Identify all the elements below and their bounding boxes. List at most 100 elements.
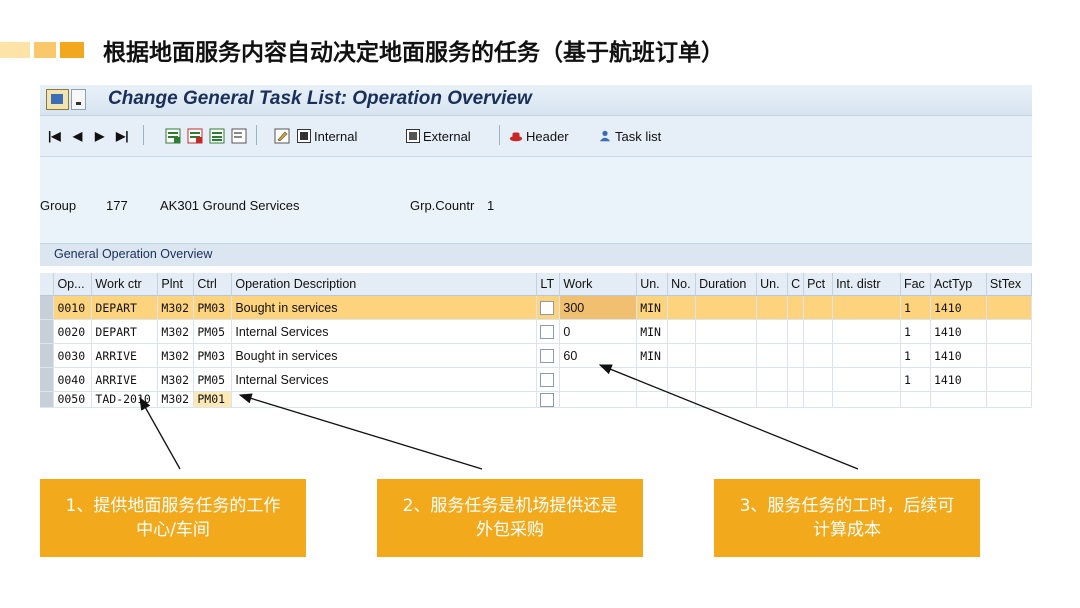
plant-cell[interactable]: M302 bbox=[157, 343, 195, 368]
activity-type-cell[interactable]: 1410 bbox=[930, 343, 987, 368]
column-header[interactable]: C bbox=[787, 273, 805, 296]
op-cell[interactable]: 0050 bbox=[53, 391, 93, 408]
lt-cell[interactable] bbox=[536, 343, 561, 368]
lt-cell[interactable] bbox=[536, 367, 561, 392]
duration-cell[interactable] bbox=[695, 295, 758, 320]
last-page-icon[interactable]: ▶| bbox=[116, 126, 129, 146]
pct-cell[interactable] bbox=[803, 343, 834, 368]
work-center-cell[interactable]: TAD-2010 bbox=[91, 391, 159, 408]
row-selector[interactable] bbox=[40, 367, 55, 392]
description-cell[interactable]: Internal Services bbox=[231, 367, 538, 392]
column-header[interactable]: LT bbox=[536, 273, 561, 296]
work-cell[interactable]: 300 bbox=[559, 295, 638, 320]
control-key-cell[interactable]: PM03 bbox=[193, 343, 233, 368]
control-key-cell[interactable]: PM05 bbox=[193, 319, 233, 344]
pct-cell[interactable] bbox=[803, 319, 834, 344]
table-row[interactable]: 0010 DEPART M302 PM03 Bought in services… bbox=[40, 295, 1032, 320]
int-distr-cell[interactable] bbox=[832, 295, 901, 320]
table-row[interactable]: 0020 DEPART M302 PM05 Internal Services … bbox=[40, 319, 1032, 344]
column-header[interactable]: Ctrl bbox=[193, 273, 233, 296]
unit-cell[interactable] bbox=[636, 367, 669, 392]
group-value[interactable]: 177 bbox=[106, 198, 128, 213]
number-cell[interactable] bbox=[667, 343, 697, 368]
edit-pencil-icon[interactable] bbox=[274, 126, 290, 146]
column-header[interactable]: Int. distr bbox=[832, 273, 901, 296]
row-selector[interactable] bbox=[40, 391, 55, 408]
standard-text-cell[interactable] bbox=[986, 295, 1032, 320]
c-cell[interactable] bbox=[787, 391, 805, 408]
int-distr-cell[interactable] bbox=[832, 319, 901, 344]
sap-menu-icon[interactable] bbox=[46, 89, 86, 111]
unit-cell[interactable]: MIN bbox=[636, 295, 669, 320]
column-header[interactable]: Plnt bbox=[157, 273, 195, 296]
standard-text-cell[interactable] bbox=[986, 367, 1032, 392]
control-key-cell[interactable]: PM05 bbox=[193, 367, 233, 392]
int-distr-cell[interactable] bbox=[832, 367, 901, 392]
activity-type-cell[interactable]: 1410 bbox=[930, 319, 987, 344]
activity-type-cell[interactable] bbox=[930, 391, 987, 408]
column-header[interactable]: Work bbox=[559, 273, 638, 296]
work-center-cell[interactable]: ARRIVE bbox=[91, 343, 159, 368]
number-cell[interactable] bbox=[667, 295, 697, 320]
row-selector[interactable] bbox=[40, 319, 55, 344]
column-header[interactable]: Un. bbox=[636, 273, 669, 296]
external-button[interactable]: External bbox=[406, 126, 471, 146]
plant-cell[interactable]: M302 bbox=[157, 367, 195, 392]
header-button[interactable]: Header bbox=[509, 126, 569, 146]
c-cell[interactable] bbox=[787, 319, 805, 344]
pct-cell[interactable] bbox=[803, 367, 834, 392]
unit-cell[interactable]: MIN bbox=[636, 319, 669, 344]
op-cell[interactable]: 0020 bbox=[53, 319, 93, 344]
control-key-cell[interactable]: PM01 bbox=[193, 391, 233, 408]
duration-cell[interactable] bbox=[695, 319, 758, 344]
lt-checkbox[interactable] bbox=[540, 392, 555, 407]
first-page-icon[interactable]: |◀ bbox=[48, 126, 61, 146]
column-header[interactable]: Duration bbox=[695, 273, 758, 296]
column-header[interactable]: Un. bbox=[756, 273, 789, 296]
column-header[interactable]: ActTyp bbox=[930, 273, 987, 296]
c-cell[interactable] bbox=[787, 295, 805, 320]
work-cell[interactable]: 0 bbox=[559, 319, 638, 344]
work-cell[interactable]: 60 bbox=[559, 343, 638, 368]
unit-cell[interactable]: MIN bbox=[636, 343, 669, 368]
op-cell[interactable]: 0030 bbox=[53, 343, 93, 368]
plant-cell[interactable]: M302 bbox=[157, 319, 195, 344]
number-cell[interactable] bbox=[667, 367, 697, 392]
lt-cell[interactable] bbox=[536, 319, 561, 344]
duration-unit-cell[interactable] bbox=[756, 295, 789, 320]
table-row[interactable]: 0040 ARRIVE M302 PM05 Internal Services … bbox=[40, 367, 1032, 392]
group-counter-value[interactable]: 1 bbox=[487, 198, 494, 213]
fac-cell[interactable]: 1 bbox=[900, 319, 931, 344]
work-cell[interactable] bbox=[559, 367, 638, 392]
duration-cell[interactable] bbox=[695, 391, 758, 408]
int-distr-cell[interactable] bbox=[832, 343, 901, 368]
activity-type-cell[interactable]: 1410 bbox=[930, 367, 987, 392]
pct-cell[interactable] bbox=[803, 295, 834, 320]
unit-cell[interactable] bbox=[636, 391, 669, 408]
description-cell[interactable]: Bought in services bbox=[231, 343, 538, 368]
next-page-icon[interactable]: ▶ bbox=[95, 126, 104, 146]
work-center-cell[interactable]: DEPART bbox=[91, 319, 159, 344]
internal-button[interactable]: Internal bbox=[297, 126, 357, 146]
number-cell[interactable] bbox=[667, 391, 697, 408]
lt-checkbox[interactable] bbox=[540, 324, 555, 339]
fac-cell[interactable]: 1 bbox=[900, 295, 931, 320]
column-header[interactable]: Pct bbox=[803, 273, 834, 296]
int-distr-cell[interactable] bbox=[832, 391, 901, 408]
select-all-icon[interactable] bbox=[209, 126, 225, 146]
deselect-all-icon[interactable] bbox=[231, 126, 247, 146]
lt-checkbox[interactable] bbox=[540, 372, 555, 387]
row-selector[interactable] bbox=[40, 343, 55, 368]
column-header[interactable]: StTex bbox=[986, 273, 1032, 296]
lt-cell[interactable] bbox=[536, 391, 561, 408]
column-header[interactable]: Op... bbox=[53, 273, 93, 296]
fac-cell[interactable]: 1 bbox=[900, 367, 931, 392]
activity-type-cell[interactable]: 1410 bbox=[930, 295, 987, 320]
insert-row-icon[interactable] bbox=[165, 126, 181, 146]
lt-checkbox[interactable] bbox=[540, 348, 555, 363]
description-cell[interactable]: Internal Services bbox=[231, 319, 538, 344]
column-header[interactable]: Operation Description bbox=[231, 273, 538, 296]
delete-row-icon[interactable] bbox=[187, 126, 203, 146]
duration-cell[interactable] bbox=[695, 367, 758, 392]
row-selector-header[interactable] bbox=[40, 273, 55, 296]
